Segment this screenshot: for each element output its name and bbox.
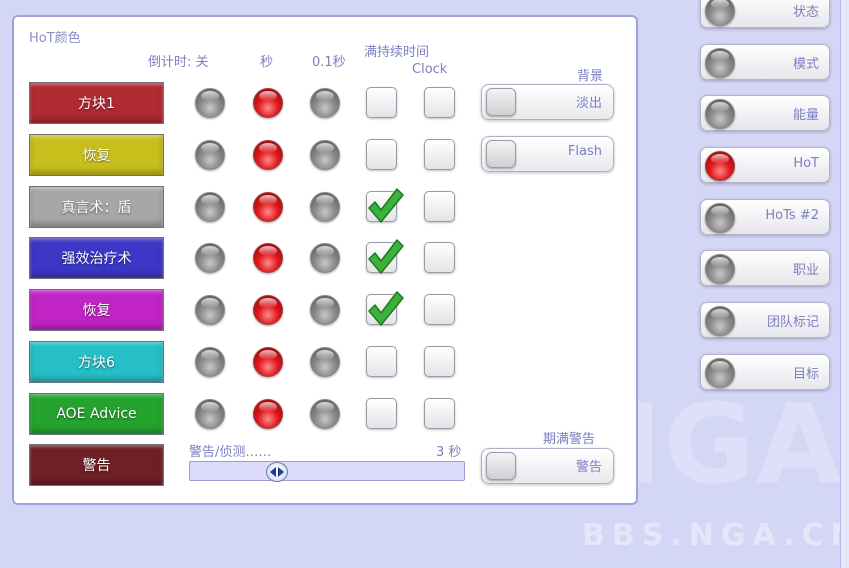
full-duration-checkbox-row-2[interactable] <box>366 139 397 170</box>
panel-title: HoT颜色 <box>29 31 81 46</box>
sidebar-item-hots-2[interactable]: HoTs #2 <box>700 199 830 235</box>
expire-warning-label: 期满警告 <box>543 432 596 447</box>
flash-toggle-label: Flash <box>567 144 602 159</box>
left-right-arrows-icon <box>270 467 285 477</box>
countdown-off-orb-row-2[interactable] <box>195 140 225 170</box>
fade-toggle-label: 淡出 <box>575 96 602 111</box>
sidebar-item-hot[interactable]: HoT <box>700 147 830 183</box>
color-button-row-7[interactable]: AOE Advice <box>29 393 164 435</box>
warning-detect-label: 警告/侦测…… <box>189 445 272 460</box>
countdown-off-orb-row-4[interactable] <box>195 243 225 273</box>
full-duration-checkbox-row-7[interactable] <box>366 398 397 429</box>
status-orb-icon <box>705 254 735 284</box>
seconds-orb-row-7[interactable] <box>253 399 283 429</box>
window-right-edge <box>840 0 849 568</box>
header-full-duration: 满持续时间 <box>364 45 430 60</box>
status-orb-icon <box>705 151 735 181</box>
full-duration-checkbox-row-6[interactable] <box>366 346 397 377</box>
sidebar-item-label: 能量 <box>792 108 819 123</box>
tenth-seconds-orb-row-6[interactable] <box>310 347 340 377</box>
seconds-orb-row-3[interactable] <box>253 192 283 222</box>
seconds-orb-row-6[interactable] <box>253 347 283 377</box>
color-button-row-8[interactable]: 警告 <box>29 444 164 486</box>
checkmark-icon <box>368 291 404 326</box>
sidebar-item-label: 状态 <box>792 5 819 20</box>
warning-seconds-value: 3 秒 <box>436 445 462 460</box>
clock-checkbox-row-7[interactable] <box>424 398 455 429</box>
full-duration-checkbox-row-1[interactable] <box>366 87 397 118</box>
sidebar-item-label: 职业 <box>792 263 819 278</box>
seconds-orb-row-1[interactable] <box>253 88 283 118</box>
sidebar-item-raid-markers[interactable]: 团队标记 <box>700 302 830 338</box>
sidebar-item-label: 团队标记 <box>766 315 819 330</box>
tenth-seconds-orb-row-7[interactable] <box>310 399 340 429</box>
sidebar-item-label: HoT <box>793 156 819 171</box>
status-orb-icon <box>705 0 735 26</box>
seconds-orb-row-4[interactable] <box>253 243 283 273</box>
full-duration-checkbox-row-4[interactable] <box>366 239 404 274</box>
sidebar-item-target[interactable]: 目标 <box>700 354 830 390</box>
sidebar-item-label: 目标 <box>792 367 819 382</box>
header-clock: Clock <box>412 62 448 77</box>
nga-watermark-url: BBS.NGA.CN <box>582 518 849 553</box>
tenth-seconds-orb-row-5[interactable] <box>310 295 340 325</box>
toggle-knob[interactable] <box>486 140 516 168</box>
full-duration-checkbox-row-5[interactable] <box>366 291 404 326</box>
expire-warning-toggle-label: 警告 <box>575 460 602 475</box>
clock-checkbox-row-2[interactable] <box>424 139 455 170</box>
color-button-row-2[interactable]: 恢复 <box>29 134 164 176</box>
color-button-row-6[interactable]: 方块6 <box>29 341 164 383</box>
flash-toggle[interactable]: Flash <box>481 136 614 172</box>
toggle-knob[interactable] <box>486 452 516 480</box>
seconds-orb-row-5[interactable] <box>253 295 283 325</box>
tenth-seconds-orb-row-3[interactable] <box>310 192 340 222</box>
full-duration-checkbox-row-3[interactable] <box>366 188 404 223</box>
hot-color-panel: HoT颜色 倒计时: 关 秒 0.1秒 满持续时间 Clock 背景 方块1 恢… <box>12 15 638 505</box>
header-background: 背景 <box>577 69 604 84</box>
header-tenth-seconds: 0.1秒 <box>312 55 346 70</box>
sidebar-item-label: 模式 <box>792 57 819 72</box>
tenth-seconds-orb-row-1[interactable] <box>310 88 340 118</box>
clock-checkbox-row-1[interactable] <box>424 87 455 118</box>
sidebar-item-label: HoTs #2 <box>765 208 819 223</box>
clock-checkbox-row-6[interactable] <box>424 346 455 377</box>
sidebar-item-status[interactable]: 状态 <box>700 0 830 28</box>
sidebar-item-energy[interactable]: 能量 <box>700 95 830 131</box>
tenth-seconds-orb-row-4[interactable] <box>310 243 340 273</box>
header-countdown: 倒计时: 关 <box>148 55 209 70</box>
status-orb-icon <box>705 203 735 233</box>
color-button-row-4[interactable]: 强效治疗术 <box>29 237 164 279</box>
toggle-knob[interactable] <box>486 88 516 116</box>
fade-toggle[interactable]: 淡出 <box>481 84 614 120</box>
color-button-row-1[interactable]: 方块1 <box>29 82 164 124</box>
status-orb-icon <box>705 306 735 336</box>
checkmark-icon <box>368 188 404 223</box>
color-button-row-3[interactable]: 真言术：盾 <box>29 186 164 228</box>
status-orb-icon <box>705 358 735 388</box>
clock-checkbox-row-5[interactable] <box>424 294 455 325</box>
warning-time-slider[interactable] <box>189 461 465 482</box>
countdown-off-orb-row-5[interactable] <box>195 295 225 325</box>
countdown-off-orb-row-6[interactable] <box>195 347 225 377</box>
countdown-off-orb-row-3[interactable] <box>195 192 225 222</box>
clock-checkbox-row-4[interactable] <box>424 242 455 273</box>
tenth-seconds-orb-row-2[interactable] <box>310 140 340 170</box>
sidebar-item-mode[interactable]: 模式 <box>700 44 830 80</box>
status-orb-icon <box>705 99 735 129</box>
countdown-off-orb-row-7[interactable] <box>195 399 225 429</box>
seconds-orb-row-2[interactable] <box>253 140 283 170</box>
countdown-off-orb-row-1[interactable] <box>195 88 225 118</box>
clock-checkbox-row-3[interactable] <box>424 191 455 222</box>
sidebar-item-class[interactable]: 职业 <box>700 250 830 286</box>
slider-thumb[interactable] <box>266 462 289 482</box>
checkmark-icon <box>368 239 404 274</box>
status-orb-icon <box>705 48 735 78</box>
expire-warning-toggle[interactable]: 警告 <box>481 448 614 484</box>
color-button-row-5[interactable]: 恢复 <box>29 289 164 331</box>
header-seconds: 秒 <box>260 55 274 70</box>
